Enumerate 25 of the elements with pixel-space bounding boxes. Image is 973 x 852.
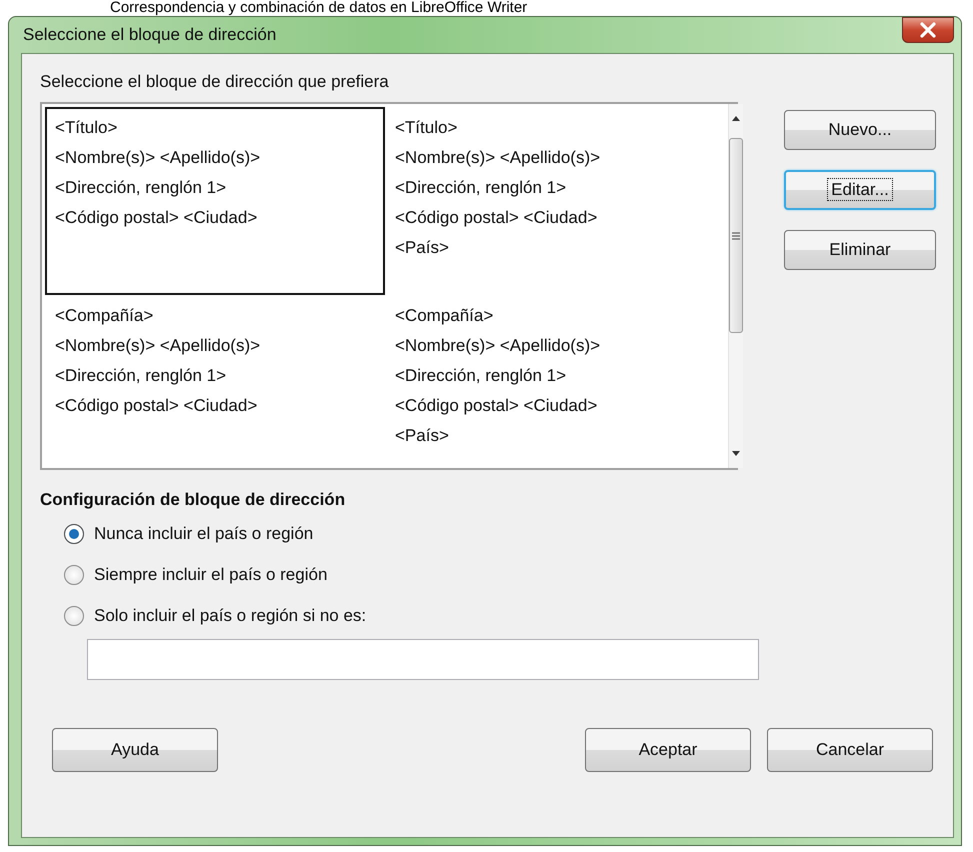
close-icon bbox=[919, 22, 937, 38]
scrollbar-thumb[interactable] bbox=[729, 138, 743, 333]
radio-button[interactable] bbox=[64, 524, 84, 544]
radio-button[interactable] bbox=[64, 564, 84, 584]
option-label[interactable]: Solo incluir el país o región si no es: bbox=[94, 606, 366, 626]
scroll-down-icon[interactable] bbox=[730, 450, 742, 458]
list-label: Seleccione el bloque de dirección que prefiera bbox=[40, 72, 390, 92]
address-block[interactable]: <Título> <Nombre(s)> <Apellido(s)> <Dirección, renglón 1> <Código postal> <Ciudad> bbox=[45, 107, 385, 295]
scroll-up-icon[interactable] bbox=[730, 114, 742, 122]
dialog-button[interactable]: Ayuda bbox=[52, 728, 218, 772]
option-label[interactable]: Nunca incluir el país o región bbox=[94, 524, 314, 544]
radio-button[interactable] bbox=[64, 606, 84, 626]
action-button[interactable]: Eliminar bbox=[784, 230, 936, 270]
window-title: Seleccione el bloque de dirección bbox=[22, 25, 276, 45]
background-title: Correspondencia y combinación de datos en LibreOffice Writer bbox=[109, 0, 528, 16]
section-heading: Configuración de bloque de dirección bbox=[40, 490, 346, 510]
action-button[interactable]: Nuevo... bbox=[784, 110, 936, 150]
scrollbar[interactable] bbox=[728, 104, 743, 468]
action-button[interactable]: Editar... bbox=[784, 170, 936, 210]
grip-icon bbox=[731, 230, 741, 240]
dialog-button[interactable]: Aceptar bbox=[585, 728, 751, 772]
country-input-field[interactable] bbox=[87, 639, 759, 680]
close-button[interactable] bbox=[902, 17, 954, 43]
option-label[interactable]: Siempre incluir el país o región bbox=[94, 564, 328, 584]
dialog-button[interactable]: Cancelar bbox=[767, 728, 933, 772]
